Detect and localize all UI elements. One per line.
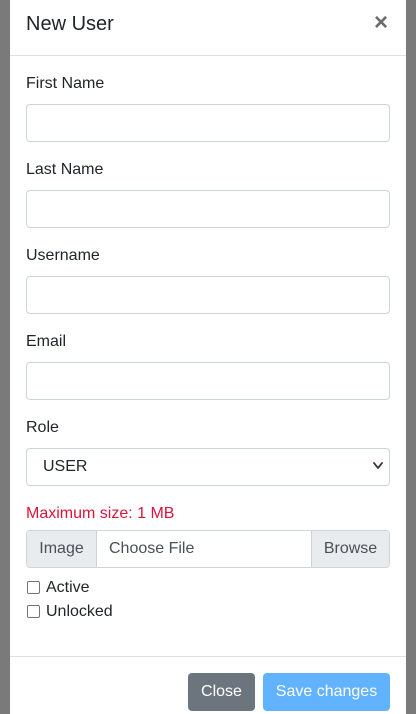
browse-button[interactable]: Browse — [311, 531, 389, 567]
image-prepend-label: Image — [27, 531, 97, 567]
new-user-modal: New User × First Name Last Name Username… — [10, 0, 406, 714]
last-name-input[interactable] — [26, 190, 390, 228]
modal-title: New User — [26, 13, 114, 35]
role-label: Role — [26, 419, 59, 436]
email-input[interactable] — [26, 362, 390, 400]
first-name-label: First Name — [26, 75, 105, 92]
close-button[interactable]: Close — [188, 673, 255, 711]
chevron-down-icon — [373, 462, 383, 469]
image-file-input[interactable]: Image Choose File Browse — [26, 530, 390, 568]
role-selected-value: USER — [43, 458, 88, 475]
unlocked-label[interactable]: Unlocked — [46, 602, 113, 622]
choose-file-text[interactable]: Choose File — [109, 531, 194, 567]
username-input[interactable] — [26, 276, 390, 314]
modal-header: New User × — [10, 0, 406, 56]
active-checkbox[interactable] — [27, 581, 40, 594]
unlocked-checkbox[interactable] — [27, 605, 40, 618]
username-label: Username — [26, 247, 100, 264]
last-name-label: Last Name — [26, 161, 104, 178]
max-size-note: Maximum size: 1 MB — [26, 505, 175, 522]
active-label[interactable]: Active — [46, 578, 90, 598]
first-name-input[interactable] — [26, 104, 390, 142]
modal-footer: Close Save changes — [10, 656, 406, 714]
email-label: Email — [26, 333, 67, 350]
save-changes-button[interactable]: Save changes — [263, 673, 390, 711]
role-select[interactable]: USER — [26, 448, 390, 486]
close-icon[interactable]: × — [372, 10, 390, 36]
